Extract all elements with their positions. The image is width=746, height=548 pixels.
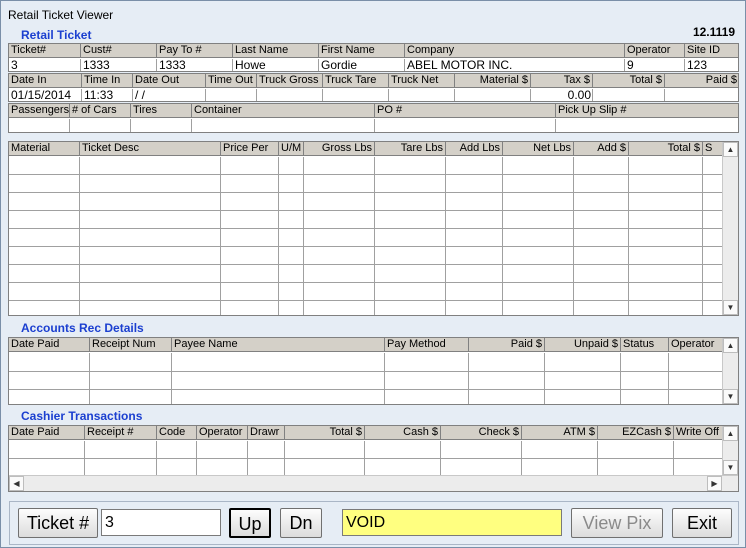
retail-ticket-heading: Retail Ticket xyxy=(21,28,92,42)
col-container: Container xyxy=(192,104,375,117)
col-ct-drawr: Drawr xyxy=(248,426,285,439)
col-grosslbs: Gross Lbs xyxy=(304,142,375,155)
exit-button[interactable]: Exit xyxy=(672,508,732,538)
operator-value[interactable]: 9 xyxy=(625,58,685,71)
bottom-toolbar: Ticket # 3 Up Dn VOID View Pix Exit xyxy=(9,501,739,545)
col-firstname: First Name xyxy=(319,44,405,57)
scroll-right-icon[interactable]: ▶ xyxy=(707,476,722,491)
down-button[interactable]: Dn xyxy=(280,508,322,538)
tax-value[interactable]: 0.00 xyxy=(531,88,593,101)
col-siteid: Site ID xyxy=(685,44,738,57)
col-priceper: Price Per xyxy=(221,142,279,155)
col-paid: Paid $ xyxy=(665,74,738,87)
col-ticket: Ticket# xyxy=(9,44,81,57)
lastname-value[interactable]: Howe xyxy=(233,58,319,71)
col-total: Total $ xyxy=(593,74,665,87)
col-ar-receiptnum: Receipt Num xyxy=(90,338,172,351)
retail-ticket-viewer-window: Retail Ticket Viewer 12.1119 Retail Tick… xyxy=(0,0,746,548)
col-tires: Tires xyxy=(131,104,192,117)
ar-vertical-scrollbar[interactable]: ▲ ▼ xyxy=(722,338,738,404)
col-datein: Date In xyxy=(9,74,82,87)
col-cars: # of Cars xyxy=(70,104,131,117)
firstname-value[interactable]: Gordie xyxy=(319,58,405,71)
ticket-lines-grid[interactable]: Material Ticket Desc Price Per U/M Gross… xyxy=(8,141,739,316)
col-s: S xyxy=(703,142,723,155)
col-totaldollars: Total $ xyxy=(629,142,703,155)
view-pix-button[interactable]: View Pix xyxy=(571,508,663,538)
scroll-down-icon[interactable]: ▼ xyxy=(723,300,738,315)
col-company: Company xyxy=(405,44,625,57)
col-passengers: Passengers xyxy=(11,104,70,117)
up-button[interactable]: Up xyxy=(229,508,271,538)
col-um: U/M xyxy=(279,142,304,155)
ticket-value[interactable]: 3 xyxy=(9,58,81,71)
col-ct-atm: ATM $ xyxy=(522,426,598,439)
company-value[interactable]: ABEL MOTOR INC. xyxy=(405,58,625,71)
scroll-up-icon[interactable]: ▲ xyxy=(723,426,738,441)
col-ct-datepaid: Date Paid xyxy=(9,426,85,439)
col-trucknet: Truck Net xyxy=(389,74,455,87)
col-ar-status: Status xyxy=(621,338,669,351)
col-adddollars: Add $ xyxy=(574,142,629,155)
scroll-down-icon[interactable]: ▼ xyxy=(723,460,738,475)
col-dateout: Date Out xyxy=(133,74,206,87)
accounts-rec-grid[interactable]: Date Paid Receipt Num Payee Name Pay Met… xyxy=(8,337,739,405)
col-ar-paid: Paid $ xyxy=(469,338,545,351)
ticket-number-input[interactable]: 3 xyxy=(101,509,221,536)
col-ar-paymethod: Pay Method xyxy=(385,338,469,351)
col-ct-receipt: Receipt # xyxy=(85,426,157,439)
col-truckgross: Truck Gross xyxy=(257,74,323,87)
col-ar-operator: Operator xyxy=(669,338,723,351)
col-ct-writeoff: Write Off xyxy=(674,426,723,439)
col-pickupslip: Pick Up Slip # xyxy=(556,104,738,117)
col-ticketdesc: Ticket Desc xyxy=(80,142,221,155)
col-timein: Time In xyxy=(82,74,133,87)
col-lastname: Last Name xyxy=(233,44,319,57)
col-ct-cash: Cash $ xyxy=(365,426,441,439)
payto-value[interactable]: 1333 xyxy=(157,58,233,71)
cashier-horizontal-scrollbar[interactable]: ◀ ▶ xyxy=(9,475,738,491)
col-ar-unpaid: Unpaid $ xyxy=(545,338,621,351)
col-po: PO # xyxy=(375,104,556,117)
col-ct-code: Code xyxy=(157,426,197,439)
version-label: 12.1119 xyxy=(692,25,735,39)
scroll-down-icon[interactable]: ▼ xyxy=(723,389,738,404)
col-ct-check: Check $ xyxy=(441,426,522,439)
col-ct-ezcash: EZCash $ xyxy=(598,426,674,439)
cust-value[interactable]: 1333 xyxy=(81,58,157,71)
col-ct-total: Total $ xyxy=(285,426,365,439)
col-ar-payeename: Payee Name xyxy=(172,338,385,351)
status-field: VOID xyxy=(342,509,562,536)
col-tarelbs: Tare Lbs xyxy=(375,142,446,155)
ticket-header-row2: Date In Time In Date Out Time Out Truck … xyxy=(8,73,739,102)
col-tax: Tax $ xyxy=(531,74,593,87)
accounts-rec-heading: Accounts Rec Details xyxy=(21,321,144,335)
col-payto: Pay To # xyxy=(157,44,233,57)
dateout-value[interactable]: / / xyxy=(133,88,206,101)
window-title: Retail Ticket Viewer xyxy=(1,1,745,28)
col-operator: Operator xyxy=(625,44,685,57)
scroll-left-icon[interactable]: ◀ xyxy=(9,476,24,491)
cashier-transactions-grid[interactable]: Date Paid Receipt # Code Operator Drawr … xyxy=(8,425,739,492)
col-material-dollars: Material $ xyxy=(455,74,531,87)
col-cust: Cust# xyxy=(81,44,157,57)
ticket-header-row3: Passengers # of Cars Tires Container PO … xyxy=(8,103,739,133)
scroll-up-icon[interactable]: ▲ xyxy=(723,338,738,353)
col-netlbs: Net Lbs xyxy=(503,142,574,155)
scroll-up-icon[interactable]: ▲ xyxy=(723,142,738,157)
col-addlbs: Add Lbs xyxy=(446,142,503,155)
cashier-vertical-scrollbar[interactable]: ▲ ▼ xyxy=(722,426,738,475)
lines-vertical-scrollbar[interactable]: ▲ ▼ xyxy=(722,142,738,315)
timein-value[interactable]: 11:33 xyxy=(82,88,133,101)
col-material: Material xyxy=(9,142,80,155)
col-ar-datepaid: Date Paid xyxy=(9,338,90,351)
col-timeout: Time Out xyxy=(206,74,257,87)
siteid-value[interactable]: 123 xyxy=(685,58,738,71)
ticket-header-row1: Ticket# Cust# Pay To # Last Name First N… xyxy=(8,43,739,72)
cashier-transactions-heading: Cashier Transactions xyxy=(21,409,143,423)
ticket-number-button[interactable]: Ticket # xyxy=(18,508,98,538)
col-trucktare: Truck Tare xyxy=(323,74,389,87)
datein-value[interactable]: 01/15/2014 xyxy=(9,88,82,101)
col-ct-operator: Operator xyxy=(197,426,248,439)
